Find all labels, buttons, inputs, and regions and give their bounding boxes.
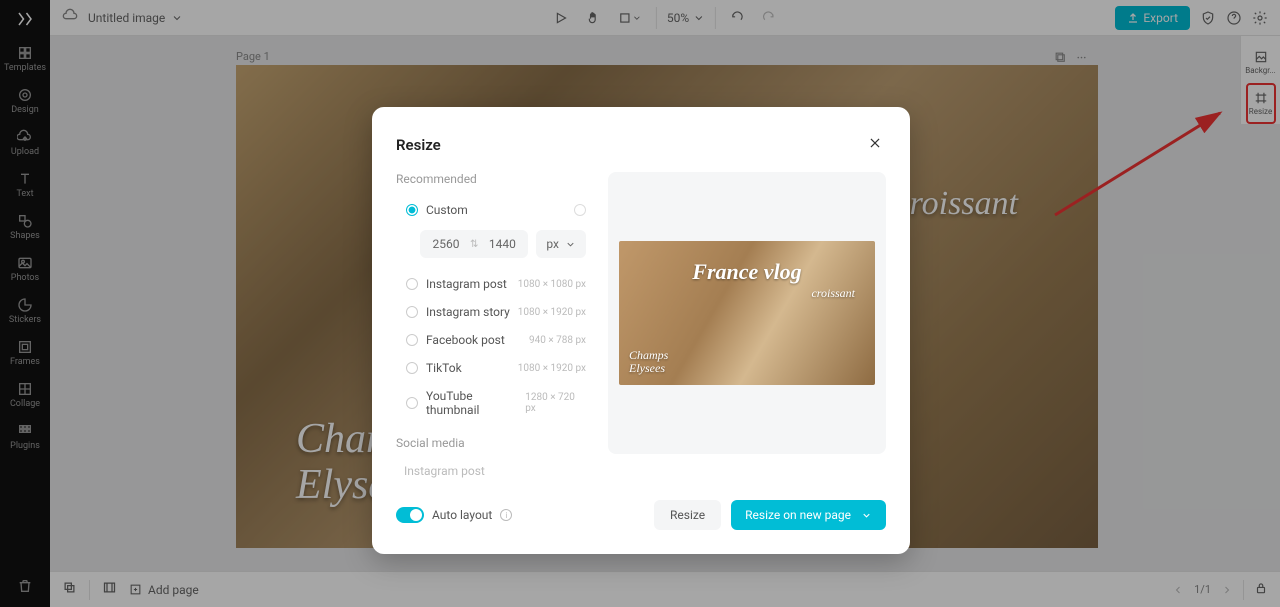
preview-text: France vlog (692, 259, 801, 285)
preset-label: Instagram story (426, 305, 510, 319)
radio-icon (406, 306, 418, 318)
modal-title: Resize (396, 136, 441, 154)
resize-new-page-label: Resize on new page (745, 508, 851, 522)
preset-tiktok[interactable]: TikTok 1080 × 1920 px (396, 354, 586, 382)
modal-close-button[interactable] (864, 131, 886, 158)
radio-icon (406, 362, 418, 374)
close-icon (868, 136, 882, 150)
auto-layout-toggle[interactable] (396, 507, 424, 523)
preview-text: croissant (811, 286, 855, 301)
resize-new-page-button[interactable]: Resize on new page (731, 500, 886, 530)
lock-aspect-icon[interactable] (574, 204, 586, 216)
info-icon[interactable]: i (500, 509, 512, 521)
resize-button[interactable]: Resize (654, 500, 721, 530)
preset-label: Custom (426, 203, 468, 217)
chevron-down-icon (565, 239, 576, 250)
preview-thumbnail: France vlog croissant Champs Elysees (619, 241, 875, 385)
width-input[interactable] (426, 237, 466, 251)
preset-instagram-story[interactable]: Instagram story 1080 × 1920 px (396, 298, 586, 326)
swap-dimensions-button[interactable]: ⇅ (466, 239, 482, 250)
radio-icon (406, 397, 418, 409)
preset-dims: 1080 × 1080 px (518, 279, 586, 290)
preset-custom[interactable]: Custom (396, 196, 586, 224)
preset-youtube-thumbnail[interactable]: YouTube thumbnail 1280 × 720 px (396, 382, 586, 424)
radio-icon (406, 334, 418, 346)
preview-text: Champs Elysees (629, 349, 668, 375)
radio-icon (406, 204, 418, 216)
resize-modal: Resize Recommended Custom ⇅ (372, 107, 910, 554)
preset-label: Instagram post (426, 277, 507, 291)
preset-dims: 1080 × 1920 px (518, 307, 586, 318)
preset-dims: 1080 × 1920 px (518, 363, 586, 374)
social-item[interactable]: Instagram post (396, 460, 586, 482)
preset-label: Facebook post (426, 333, 505, 347)
unit-label: px (546, 237, 559, 251)
preset-dims: 1280 × 720 px (525, 392, 586, 414)
social-media-label: Social media (396, 436, 586, 450)
unit-select[interactable]: px (536, 230, 586, 258)
preset-facebook-post[interactable]: Facebook post 940 × 788 px (396, 326, 586, 354)
preset-dims: 940 × 788 px (529, 335, 586, 346)
height-input[interactable] (482, 237, 522, 251)
preset-label: YouTube thumbnail (426, 389, 525, 417)
recommended-label: Recommended (396, 172, 586, 186)
auto-layout-label: Auto layout (432, 508, 492, 522)
radio-icon (406, 278, 418, 290)
preview-area: France vlog croissant Champs Elysees (608, 172, 886, 454)
preset-label: TikTok (426, 361, 462, 375)
preset-instagram-post[interactable]: Instagram post 1080 × 1080 px (396, 270, 586, 298)
chevron-down-icon (861, 510, 872, 521)
